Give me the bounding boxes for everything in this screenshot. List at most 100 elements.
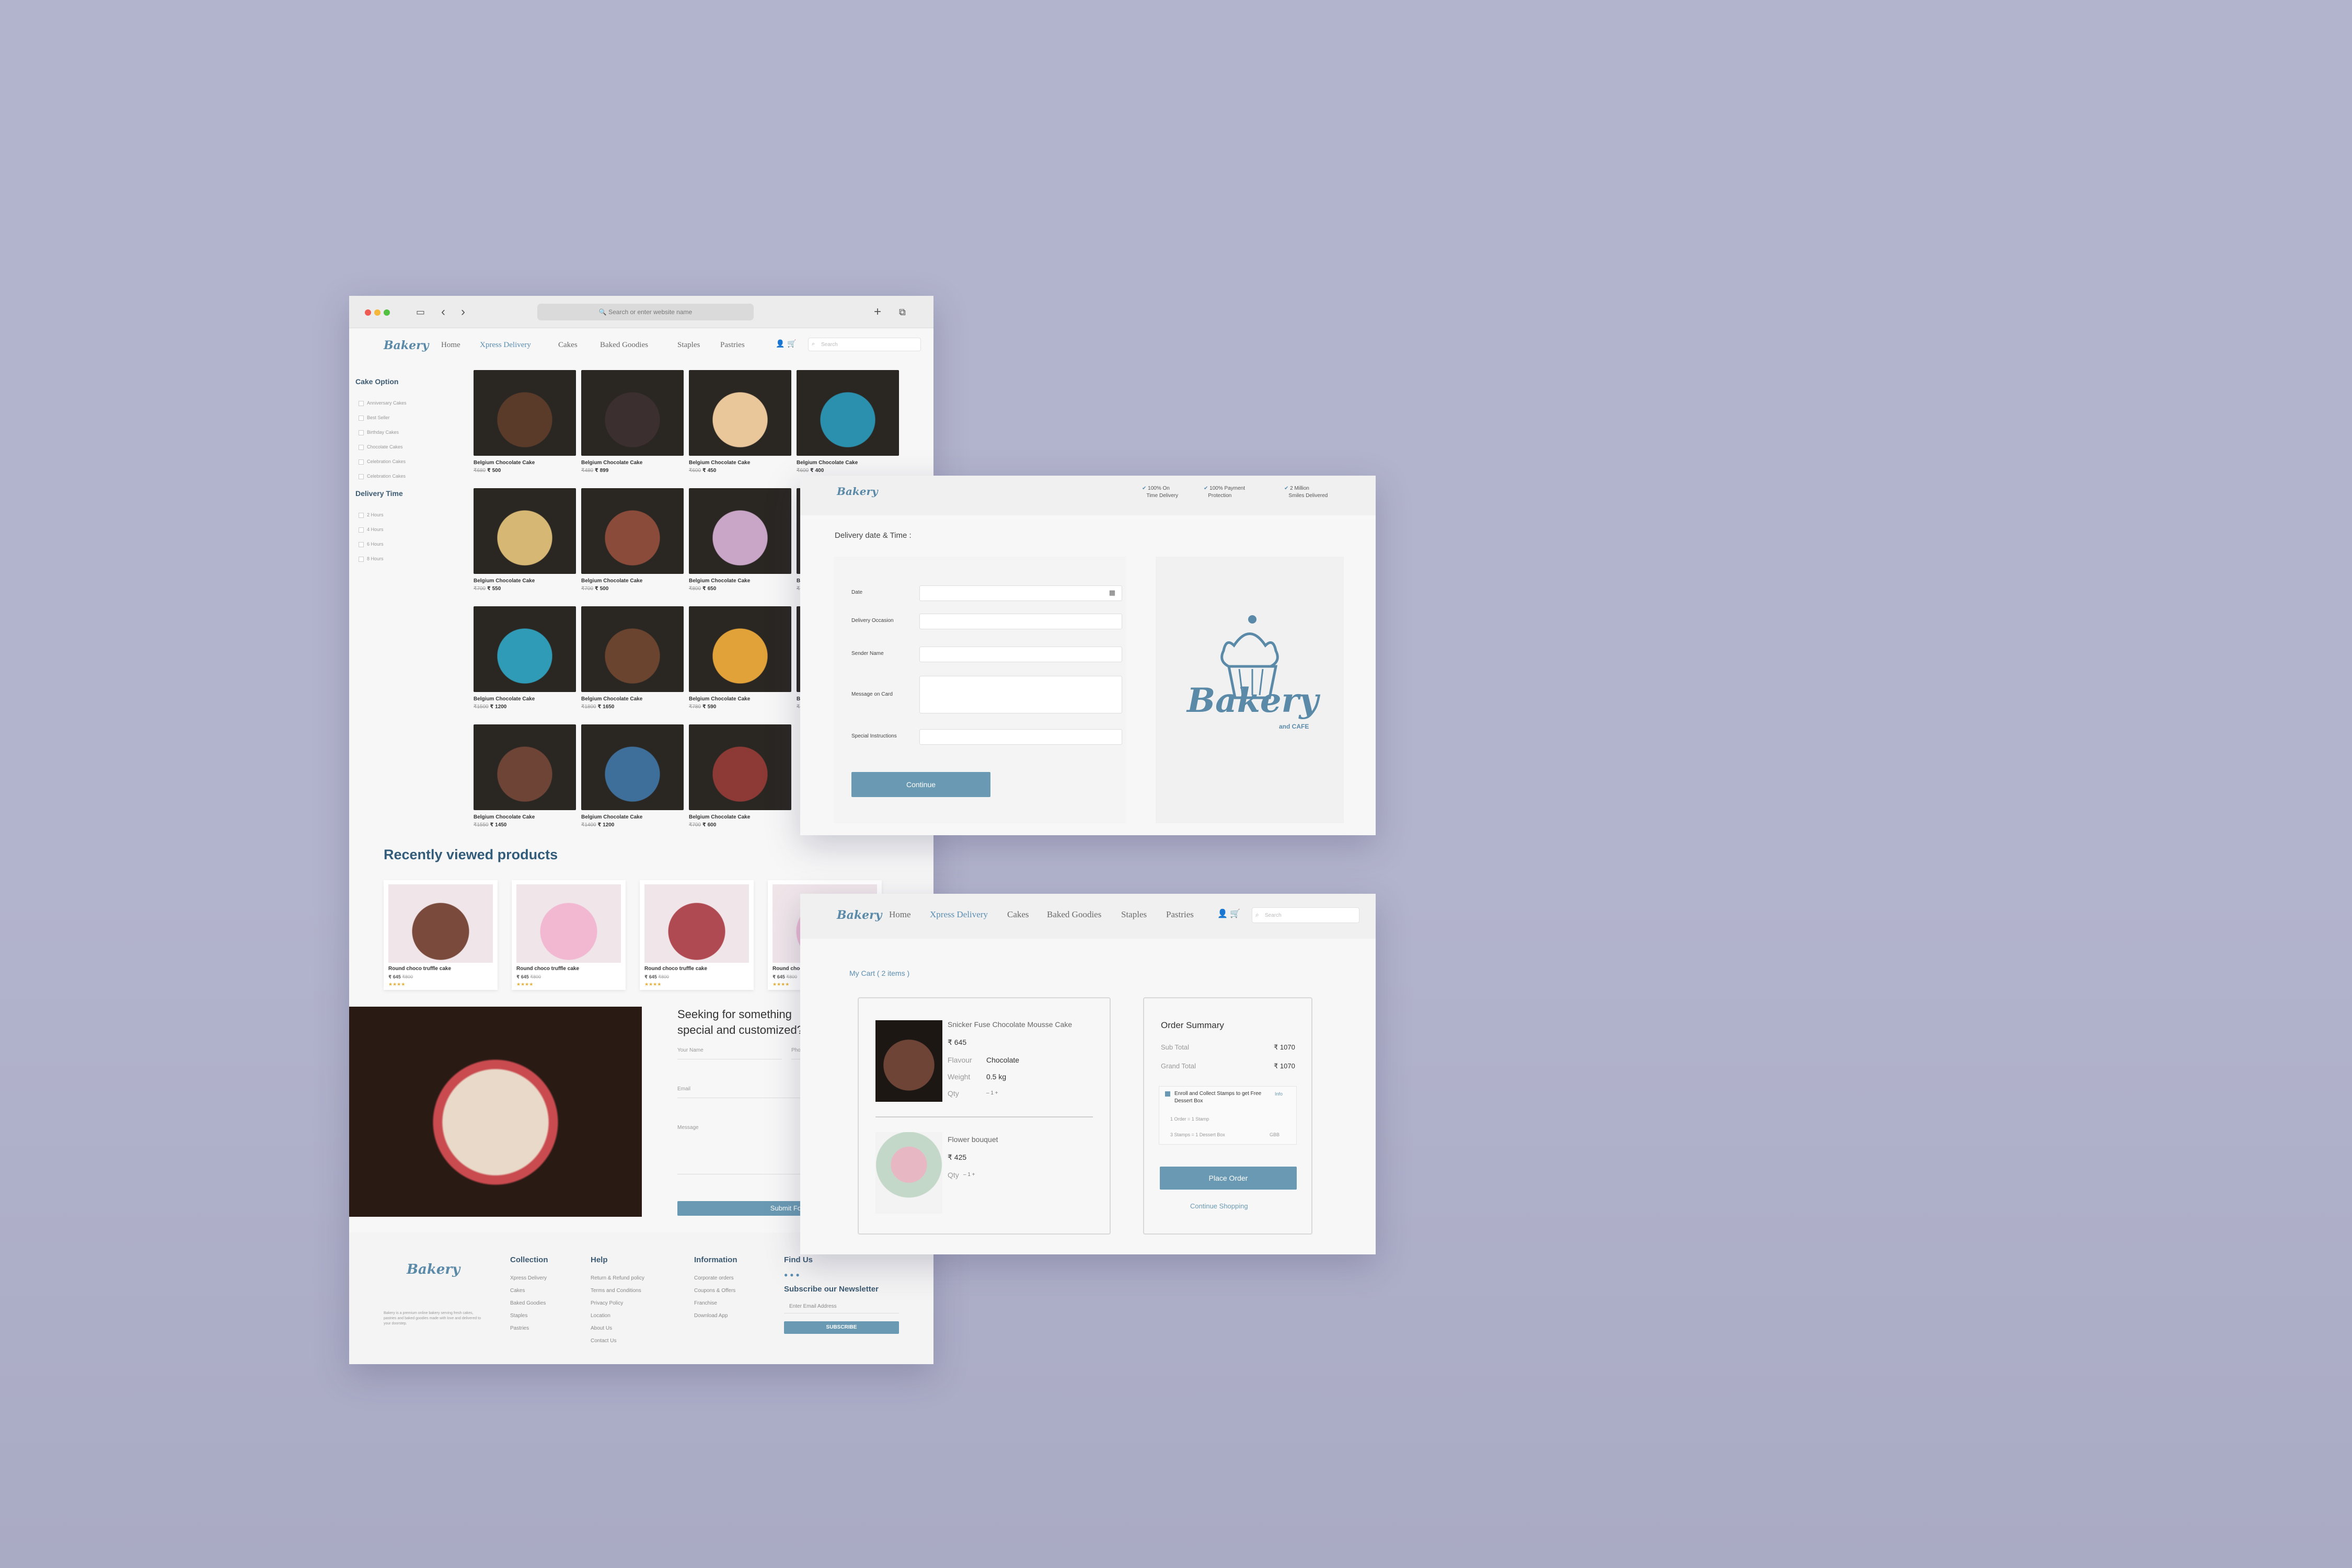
qty-stepper[interactable]: – 1 + (986, 1090, 998, 1096)
product-image[interactable] (474, 724, 576, 810)
product-image[interactable] (689, 724, 791, 810)
recent-product-image[interactable] (516, 884, 621, 963)
product-name[interactable]: Belgium Chocolate Cake (581, 696, 684, 702)
product-card[interactable]: Belgium Chocolate Cake ₹800 ₹ 650 (689, 488, 791, 598)
product-image[interactable] (689, 606, 791, 692)
product-card[interactable]: Belgium Chocolate Cake ₹780 ₹ 590 (689, 606, 791, 716)
footer-link[interactable]: Download App (694, 1313, 728, 1319)
product-card[interactable]: Belgium Chocolate Cake ₹1500 ₹ 1200 (474, 606, 576, 716)
product-card[interactable]: Belgium Chocolate Cake ₹1550 ₹ 1450 (474, 724, 576, 834)
cart-item-name[interactable]: Snicker Fuse Chocolate Mousse Cake (948, 1020, 1072, 1029)
footer-link[interactable]: Terms and Conditions (591, 1288, 641, 1294)
cart-item-name[interactable]: Flower bouquet (948, 1135, 998, 1144)
nav-staples[interactable]: Staples (1121, 909, 1147, 920)
product-image[interactable] (689, 370, 791, 456)
footer-link[interactable]: Baked Goodies (510, 1300, 546, 1306)
stamp-checkbox[interactable] (1165, 1091, 1170, 1097)
product-name[interactable]: Belgium Chocolate Cake (689, 578, 791, 584)
product-image[interactable] (474, 488, 576, 574)
footer-link[interactable]: Franchise (694, 1300, 717, 1306)
cart-search-input[interactable]: ⌕ Search (1252, 907, 1359, 923)
product-name[interactable]: Belgium Chocolate Cake (689, 696, 791, 702)
cart-logo[interactable]: Bakery (837, 908, 882, 922)
sidebar-icon[interactable]: ▭ (416, 303, 425, 321)
user-icon[interactable]: 👤 (776, 340, 785, 349)
sender-name-input[interactable] (919, 647, 1122, 662)
product-card[interactable]: Belgium Chocolate Cake ₹600 ₹ 400 (797, 370, 899, 480)
recent-product-name[interactable]: Round choco truffle cake (516, 966, 579, 972)
product-name[interactable]: Belgium Chocolate Cake (581, 814, 684, 820)
maximize-window-icon[interactable] (384, 309, 390, 316)
filter-option[interactable]: Chocolate Cakes (359, 444, 403, 450)
filter-option[interactable]: Anniversary Cakes (359, 400, 407, 406)
footer-link[interactable]: Pastries (510, 1325, 529, 1331)
product-image[interactable] (581, 488, 684, 574)
footer-link[interactable]: Location (591, 1313, 610, 1319)
footer-link[interactable]: About Us (591, 1325, 612, 1331)
recent-product-card[interactable]: Round choco truffle cake ₹ 645 ₹800 ★★★★ (384, 880, 498, 990)
message-card-input[interactable] (919, 676, 1122, 713)
footer-link[interactable]: Privacy Policy (591, 1300, 623, 1306)
product-image[interactable] (689, 488, 791, 574)
product-card[interactable]: Belgium Chocolate Cake ₹1800 ₹ 1650 (581, 606, 684, 716)
nav-baked-goodies[interactable]: Baked Goodies (600, 341, 648, 350)
filter-option[interactable]: Best Seller (359, 415, 390, 421)
footer-link[interactable]: Corporate orders (694, 1275, 734, 1281)
cart-icon[interactable]: 🛒 (787, 340, 796, 349)
place-order-button[interactable]: Place Order (1160, 1167, 1297, 1190)
nav-staples[interactable]: Staples (677, 341, 700, 350)
product-name[interactable]: Belgium Chocolate Cake (581, 578, 684, 584)
address-bar[interactable]: 🔍 Search or enter website name (537, 304, 754, 320)
site-logo[interactable]: Bakery (384, 339, 429, 352)
product-image[interactable] (797, 370, 899, 456)
occasion-input[interactable] (919, 614, 1122, 629)
continue-shopping-link[interactable]: Continue Shopping (1190, 1202, 1248, 1210)
filter-option[interactable]: 8 Hours (359, 556, 384, 562)
product-image[interactable] (581, 724, 684, 810)
recent-product-name[interactable]: Round choco truffle cake (388, 966, 451, 972)
social-icons[interactable]: ●●● (784, 1271, 802, 1278)
product-name[interactable]: Belgium Chocolate Cake (474, 460, 576, 466)
filter-option[interactable]: Celebration Cakes (358, 474, 406, 479)
back-icon[interactable]: ‹ (441, 303, 445, 321)
product-name[interactable]: Belgium Chocolate Cake (474, 814, 576, 820)
user-icon[interactable]: 👤 (1217, 908, 1228, 919)
qty-stepper[interactable]: – 1 + (963, 1172, 975, 1178)
footer-link[interactable]: Return & Refund policy (591, 1275, 644, 1281)
date-input[interactable]: ▦ (919, 585, 1122, 601)
product-name[interactable]: Belgium Chocolate Cake (474, 696, 576, 702)
filter-option[interactable]: 6 Hours (359, 541, 384, 547)
footer-link[interactable]: Contact Us (591, 1338, 616, 1344)
product-name[interactable]: Belgium Chocolate Cake (474, 578, 576, 584)
filter-option[interactable]: 4 Hours (359, 527, 384, 533)
newsletter-email-input[interactable]: Enter Email Address (789, 1304, 837, 1309)
footer-link[interactable]: Xpress Delivery (510, 1275, 547, 1281)
product-card[interactable]: Belgium Chocolate Cake ₹1400 ₹ 1200 (581, 724, 684, 834)
recent-product-card[interactable]: Round choco truffle cake ₹ 645 ₹800 ★★★★ (512, 880, 626, 990)
footer-logo[interactable]: Bakery (407, 1262, 460, 1277)
product-name[interactable]: Belgium Chocolate Cake (689, 814, 791, 820)
nav-cakes[interactable]: Cakes (558, 341, 578, 350)
product-image[interactable] (581, 370, 684, 456)
product-image[interactable] (581, 606, 684, 692)
footer-link[interactable]: Staples (510, 1313, 527, 1319)
nav-home[interactable]: Home (889, 909, 911, 920)
subscribe-button[interactable]: SUBSCRIBE (784, 1321, 899, 1334)
delivery-logo[interactable]: Bakery (837, 485, 878, 498)
calendar-icon[interactable]: ▦ (1109, 589, 1115, 597)
special-instructions-input[interactable] (919, 729, 1122, 745)
product-card[interactable]: Belgium Chocolate Cake ₹700 ₹ 500 (581, 488, 684, 598)
forward-icon[interactable]: › (461, 303, 465, 321)
stamp-info-link[interactable]: Info (1275, 1091, 1283, 1097)
product-image[interactable] (474, 370, 576, 456)
product-card[interactable]: Belgium Chocolate Cake ₹700 ₹ 550 (474, 488, 576, 598)
filter-option[interactable]: 2 Hours (359, 512, 384, 518)
footer-link[interactable]: Cakes (510, 1288, 525, 1294)
product-name[interactable]: Belgium Chocolate Cake (689, 460, 791, 466)
nav-xpress-delivery[interactable]: Xpress Delivery (930, 909, 988, 920)
product-name[interactable]: Belgium Chocolate Cake (581, 460, 684, 466)
close-window-icon[interactable] (365, 309, 371, 316)
recent-product-image[interactable] (644, 884, 749, 963)
recent-product-name[interactable]: Round choco truffle cake (644, 966, 707, 972)
nav-pastries[interactable]: Pastries (720, 341, 745, 350)
